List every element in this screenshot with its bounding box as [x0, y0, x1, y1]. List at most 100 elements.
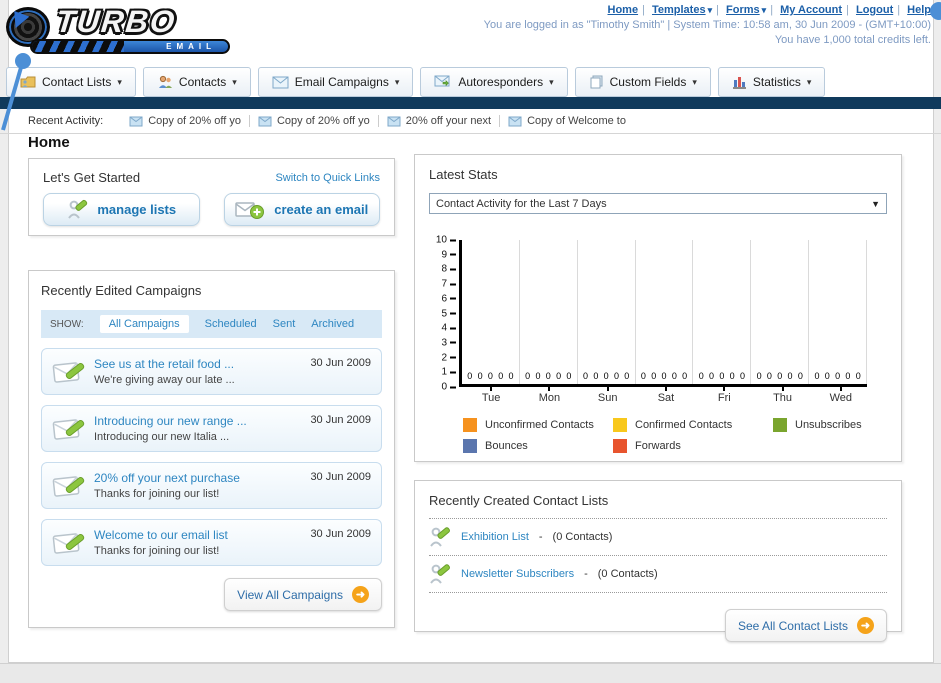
flame-icon — [6, 5, 30, 29]
switch-quick-links[interactable]: Switch to Quick Links — [275, 172, 380, 184]
get-started-title: Let's Get Started — [43, 170, 141, 185]
tab-statistics[interactable]: Statistics ▾ — [717, 67, 826, 97]
data-value-label: 0 — [777, 371, 783, 381]
data-value-label: 0 — [640, 371, 646, 381]
create-email-button[interactable]: create an email — [223, 193, 380, 226]
campaign-date: 30 Jun 2009 — [310, 414, 371, 426]
campaign-subtitle: Introducing our new Italia ... — [94, 431, 230, 443]
data-value-label: 0 — [467, 371, 473, 381]
data-value-label: 0 — [698, 371, 704, 381]
tab-email-campaigns[interactable]: Email Campaigns ▾ — [257, 67, 414, 97]
link-my-account[interactable]: My Account — [780, 4, 842, 16]
filter-sent[interactable]: Sent — [273, 318, 296, 330]
tab-autoresponders[interactable]: Autoresponders ▾ — [420, 67, 568, 97]
x-axis-label: Mon — [520, 387, 578, 404]
campaign-filter-bar: SHOW: All Campaigns Scheduled Sent Archi… — [41, 310, 382, 338]
campaign-row[interactable]: Introducing our new range ... Introducin… — [41, 405, 382, 452]
envelope-icon — [258, 116, 272, 126]
manage-lists-icon — [68, 199, 88, 219]
legend-item: Bounces — [463, 439, 613, 453]
link-home[interactable]: Home — [608, 4, 639, 16]
link-templates[interactable]: Templates — [652, 4, 706, 16]
recent-activity-item[interactable]: 20% off your next — [379, 115, 501, 127]
data-value-label: 0 — [525, 371, 531, 381]
dropdown-arrow-icon: ▾ — [549, 76, 554, 87]
button-label: manage lists — [97, 202, 177, 217]
campaign-row[interactable]: 20% off your next purchase Thanks for jo… — [41, 462, 382, 509]
recent-item-label: 20% off your next — [405, 115, 492, 127]
campaign-envelope-pencil-icon — [52, 533, 85, 554]
data-value-label: 0 — [535, 371, 541, 381]
legend-label: Forwards — [635, 440, 681, 452]
data-value-label: 0 — [583, 371, 589, 381]
campaign-subtitle: We're giving away our late ... — [94, 374, 235, 386]
latest-stats-title: Latest Stats — [429, 167, 498, 182]
y-axis-tick: 10 — [436, 235, 456, 246]
tab-label: Statistics — [752, 75, 801, 89]
contact-list-link[interactable]: Exhibition List — [461, 531, 529, 543]
y-axis-tick: 5 — [441, 308, 456, 319]
campaign-row[interactable]: Welcome to our email list Thanks for joi… — [41, 519, 382, 566]
app-window: TURBO EMAIL Home | Templates ▾ | Forms ▾ | My… — [0, 0, 941, 683]
filter-archived[interactable]: Archived — [311, 318, 354, 330]
data-value-label: 0 — [603, 371, 609, 381]
data-value-label: 0 — [593, 371, 599, 381]
data-value-label: 0 — [477, 371, 483, 381]
envelope-icon — [129, 116, 143, 126]
manage-lists-button[interactable]: manage lists — [43, 193, 200, 226]
see-all-contact-lists-button[interactable]: See All Contact Lists ➜ — [724, 609, 887, 642]
logo-bar: EMAIL — [30, 39, 230, 54]
data-value-label: 0 — [508, 371, 514, 381]
data-value-label: 0 — [661, 371, 667, 381]
latest-stats-panel: Latest Stats Contact Activity for the La… — [414, 154, 902, 462]
legend-swatch — [773, 418, 787, 432]
tab-contact-lists[interactable]: Contact Lists ▾ — [6, 67, 136, 97]
email-campaigns-envelope-icon — [272, 76, 289, 88]
contact-list-sep: - — [538, 531, 543, 543]
contact-list-count: (0 Contacts) — [552, 531, 613, 543]
filter-all-campaigns[interactable]: All Campaigns — [99, 315, 189, 333]
chart-day-group: 00000 — [462, 240, 520, 384]
button-label: View All Campaigns — [237, 587, 343, 602]
dropdown-arrow-icon: ▾ — [707, 5, 713, 15]
legend-label: Unconfirmed Contacts — [485, 419, 594, 431]
filter-scheduled[interactable]: Scheduled — [205, 318, 257, 330]
tab-label: Custom Fields — [609, 75, 687, 89]
forward-arrow-icon: ➜ — [857, 617, 874, 634]
link-forms[interactable]: Forms — [726, 4, 760, 16]
data-value-label: 0 — [824, 371, 830, 381]
dropdown-arrow-icon: ▾ — [806, 76, 812, 87]
recent-activity-item[interactable]: Copy of Welcome to — [500, 115, 634, 127]
tab-contacts[interactable]: Contacts ▾ — [142, 67, 251, 97]
recent-activity-item[interactable]: Copy of 20% off yo — [121, 115, 250, 127]
contacts-people-icon — [158, 75, 172, 88]
data-value-label: 0 — [787, 371, 793, 381]
chart-day-group: 00000 — [636, 240, 694, 384]
data-value-label: 0 — [556, 371, 562, 381]
legend-item: Forwards — [613, 439, 773, 453]
contact-list-row[interactable]: Exhibition List - (0 Contacts) — [429, 519, 887, 556]
campaign-row[interactable]: See us at the retail food ... We're givi… — [41, 348, 382, 395]
legend-swatch — [613, 418, 627, 432]
contact-lists-panel: Recently Created Contact Lists Exhibitio… — [414, 480, 902, 642]
recent-activity-item[interactable]: Copy of 20% off yo — [250, 115, 379, 127]
data-value-label: 0 — [487, 371, 493, 381]
stats-selector-dropdown[interactable]: Contact Activity for the Last 7 Days ▼ — [429, 193, 887, 214]
link-help[interactable]: Help — [907, 4, 931, 16]
legend-label: Confirmed Contacts — [635, 419, 733, 431]
contact-list-link[interactable]: Newsletter Subscribers — [461, 568, 574, 580]
header-right: Home | Templates ▾ | Forms ▾ | My Account | Lo… — [484, 4, 931, 46]
view-all-campaigns-button[interactable]: View All Campaigns ➜ — [224, 578, 382, 611]
contact-list-row[interactable]: Newsletter Subscribers - (0 Contacts) — [429, 556, 887, 593]
right-column: Latest Stats Contact Activity for the La… — [414, 154, 902, 642]
link-logout[interactable]: Logout — [856, 4, 893, 16]
tab-custom-fields[interactable]: Custom Fields ▾ — [574, 67, 711, 97]
show-label: SHOW: — [50, 318, 84, 330]
data-value-label: 0 — [729, 371, 735, 381]
chart-day-group: 00000 — [751, 240, 810, 384]
data-value-label: 0 — [719, 371, 725, 381]
create-email-icon — [235, 201, 265, 219]
logo-title: TURBO — [54, 4, 179, 39]
x-axis-label: Fri — [695, 387, 753, 404]
navy-divider-bar — [0, 97, 941, 109]
